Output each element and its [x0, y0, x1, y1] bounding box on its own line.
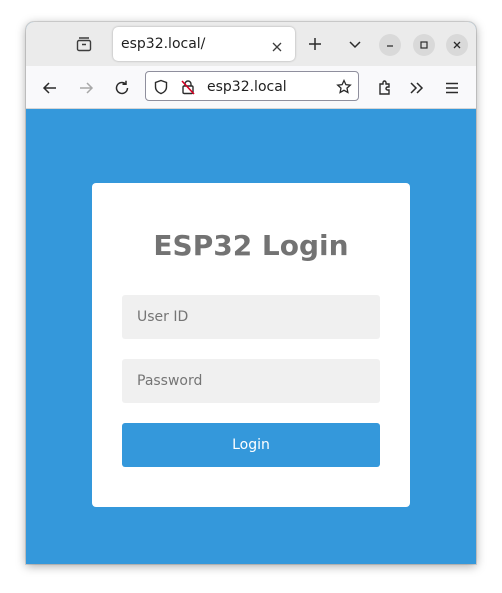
star-icon[interactable]	[336, 78, 352, 95]
url-text[interactable]: esp32.local	[207, 79, 287, 95]
maximize-icon[interactable]	[413, 34, 435, 56]
tab-esp32[interactable]: esp32.local/	[113, 27, 295, 61]
minimize-icon[interactable]	[379, 34, 401, 56]
plus-icon[interactable]	[307, 36, 323, 52]
password-input[interactable]	[122, 359, 380, 403]
login-title: ESP32 Login	[153, 229, 349, 262]
tabs-overview-icon[interactable]	[76, 36, 92, 52]
close-icon[interactable]	[271, 38, 283, 52]
navigation-toolbar: esp32.local	[26, 66, 476, 109]
user-id-input[interactable]	[122, 295, 380, 339]
login-button[interactable]: Login	[122, 423, 380, 467]
close-window-icon[interactable]	[446, 34, 468, 56]
insecure-lock-icon[interactable]	[180, 79, 196, 95]
tab-title: esp32.local/	[121, 36, 206, 52]
overflow-chevrons-icon[interactable]	[408, 79, 426, 97]
chevron-down-icon[interactable]	[347, 36, 363, 52]
login-card: ESP32 Login Login	[92, 183, 410, 507]
extensions-icon[interactable]	[376, 79, 394, 97]
page-content: ESP32 Login Login	[26, 109, 476, 564]
arrow-right-icon[interactable]	[77, 79, 95, 97]
url-bar[interactable]: esp32.local	[145, 71, 359, 101]
reload-icon[interactable]	[113, 79, 131, 97]
shield-icon[interactable]	[153, 79, 169, 95]
menu-icon[interactable]	[443, 79, 461, 97]
arrow-left-icon[interactable]	[41, 79, 59, 97]
browser-window: esp32.local/ esp32.local ESP32 Login Use…	[26, 22, 476, 564]
tab-strip: esp32.local/	[26, 22, 476, 66]
